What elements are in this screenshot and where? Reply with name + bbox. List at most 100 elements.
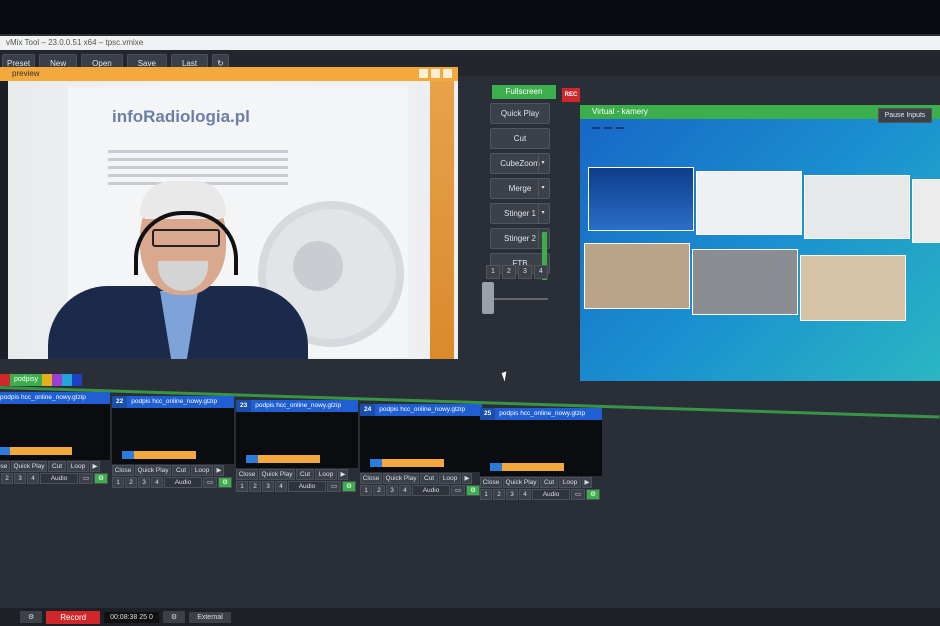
gear-icon[interactable]: ⚙	[94, 473, 108, 484]
cut-button[interactable]: Cut	[490, 128, 550, 149]
close-button[interactable]: Close	[480, 477, 502, 488]
close-button[interactable]: Close	[112, 465, 134, 476]
input-preview[interactable]	[112, 408, 234, 464]
input-preview[interactable]	[236, 412, 358, 468]
input-tab-purple[interactable]	[52, 374, 62, 386]
close-button[interactable]: Close	[236, 469, 258, 480]
input-preview[interactable]	[360, 416, 482, 472]
input-tab-yellow[interactable]	[42, 374, 53, 386]
stinger-2-button[interactable]: Stinger 2▾	[490, 228, 550, 249]
overlay-2-button[interactable]: 2	[1, 473, 13, 484]
preview-video[interactable]: infoRadiologia.pl	[8, 81, 458, 359]
cut-button[interactable]: Cut	[540, 477, 558, 488]
loop-button[interactable]: Loop	[67, 461, 89, 472]
audio-button[interactable]: Audio	[412, 485, 450, 496]
loop-button[interactable]: Loop	[315, 469, 337, 480]
quick-play-button[interactable]: Quick Play	[135, 465, 171, 476]
merge-button[interactable]: Merge ▾	[490, 178, 550, 199]
overlay-3-button[interactable]: 3	[386, 485, 398, 496]
play-icon[interactable]: ▶	[214, 465, 224, 476]
gear-icon[interactable]: ⚙	[342, 481, 356, 492]
input-tile[interactable]: 22 podpis hcc_online_nowy.gtzip Close Qui…	[112, 396, 234, 488]
transition-num-2[interactable]: 2	[502, 265, 516, 279]
play-icon[interactable]: ▶	[338, 469, 348, 480]
audio-button[interactable]: Audio	[164, 477, 202, 488]
chevron-down-icon[interactable]: ▾	[538, 179, 547, 198]
settings-gear-icon[interactable]: ⚙	[20, 611, 43, 623]
overlay-2-button[interactable]: 2	[373, 485, 385, 496]
input-tile[interactable]: 24 podpis hcc_online_nowy.gtzip Close Qui…	[360, 404, 482, 496]
tbar-slider[interactable]	[482, 282, 494, 314]
cut-button[interactable]: Cut	[296, 469, 314, 480]
gear-icon[interactable]: ⚙	[218, 477, 232, 488]
monitor-icon[interactable]: ▭	[327, 481, 341, 492]
overlay-4-button[interactable]: 4	[151, 477, 163, 488]
quick-play-button[interactable]: Quick Play	[11, 461, 47, 472]
quick-play-button[interactable]: Quick Play	[259, 469, 295, 480]
gear-icon[interactable]: ⚙	[586, 489, 600, 500]
close-button[interactable]: Close	[0, 461, 10, 472]
external-gear-icon[interactable]: ⚙	[162, 611, 186, 623]
close-button[interactable]: Close	[360, 473, 382, 484]
overlay-3-button[interactable]: 3	[14, 473, 26, 484]
input-tab-cyan[interactable]	[62, 374, 72, 386]
audio-button[interactable]: Audio	[532, 489, 570, 500]
overlay-1-button[interactable]: 1	[360, 485, 372, 496]
overlay-4-button[interactable]: 4	[399, 485, 411, 496]
overlay-4-button[interactable]: 4	[27, 473, 39, 484]
overlay-2-button[interactable]: 2	[493, 489, 505, 500]
input-tile[interactable]: podpis hcc_online_nowy.gtzip Close Quick…	[0, 392, 110, 484]
quick-play-button[interactable]: Quick Play	[503, 477, 539, 488]
audio-button[interactable]: Audio	[288, 481, 326, 492]
external-button[interactable]: External	[189, 611, 231, 623]
audio-button[interactable]: Audio	[40, 473, 78, 484]
overlay-1-button[interactable]: 1	[112, 477, 124, 488]
input-tile[interactable]: 23 podpis hcc_online_nowy.gtzip Close Qui…	[236, 400, 358, 492]
preview-stats-icon[interactable]	[419, 69, 428, 78]
fullscreen-button[interactable]: Fullscreen	[492, 85, 556, 99]
monitor-icon[interactable]: ▭	[203, 477, 217, 488]
chevron-down-icon[interactable]: ▾	[538, 154, 547, 173]
overlay-4-button[interactable]: 4	[519, 489, 531, 500]
overlay-3-button[interactable]: 3	[506, 489, 518, 500]
overlay-1-button[interactable]: 1	[480, 489, 492, 500]
cut-button[interactable]: Cut	[172, 465, 190, 476]
overlay-3-button[interactable]: 3	[138, 477, 150, 488]
input-tab-red[interactable]	[0, 374, 10, 386]
monitor-icon[interactable]: ▭	[451, 485, 465, 496]
cubezoom-button[interactable]: CubeZoom ▾	[490, 153, 550, 174]
transition-num-1[interactable]: 1	[486, 265, 500, 279]
overlay-2-button[interactable]: 2	[249, 481, 261, 492]
loop-button[interactable]: Loop	[439, 473, 461, 484]
overlay-3-button[interactable]: 3	[262, 481, 274, 492]
cut-button[interactable]: Cut	[420, 473, 438, 484]
overlay-1-button[interactable]: 1	[236, 481, 248, 492]
stinger-1-button[interactable]: Stinger 1 ▾	[490, 203, 550, 224]
overlay-2-button[interactable]: 2	[125, 477, 137, 488]
transition-num-4[interactable]: 4	[534, 265, 548, 279]
input-tab-podpisy[interactable]: podpisy	[9, 374, 43, 386]
input-preview[interactable]	[480, 420, 602, 476]
transition-num-3[interactable]: 3	[518, 265, 532, 279]
cut-button[interactable]: Cut	[48, 461, 66, 472]
pause-inputs-button[interactable]: Pause Inputs	[878, 108, 932, 123]
rec-indicator[interactable]: REC	[562, 88, 580, 102]
record-button[interactable]: Record	[46, 610, 101, 624]
gear-icon[interactable]: ⚙	[466, 485, 480, 496]
input-preview[interactable]	[0, 404, 110, 460]
chevron-down-icon[interactable]: ▾	[538, 204, 547, 223]
overlay-4-button[interactable]: 4	[275, 481, 287, 492]
loop-button[interactable]: Loop	[559, 477, 581, 488]
monitor-icon[interactable]: ▭	[79, 473, 93, 484]
play-icon[interactable]: ▶	[582, 477, 592, 488]
quick-play-button[interactable]: Quick Play	[490, 103, 550, 124]
preview-gear-icon[interactable]	[443, 69, 452, 78]
loop-button[interactable]: Loop	[191, 465, 213, 476]
play-icon[interactable]: ▶	[462, 473, 472, 484]
play-icon[interactable]: ▶	[90, 461, 100, 472]
quick-play-button[interactable]: Quick Play	[383, 473, 419, 484]
input-tile[interactable]: 25 podpis hcc_online_nowy.gtzip Close Qui…	[480, 408, 602, 500]
input-tab-blue[interactable]	[71, 374, 82, 386]
output-video[interactable]	[580, 119, 940, 381]
preview-settings-icon[interactable]	[431, 69, 440, 78]
